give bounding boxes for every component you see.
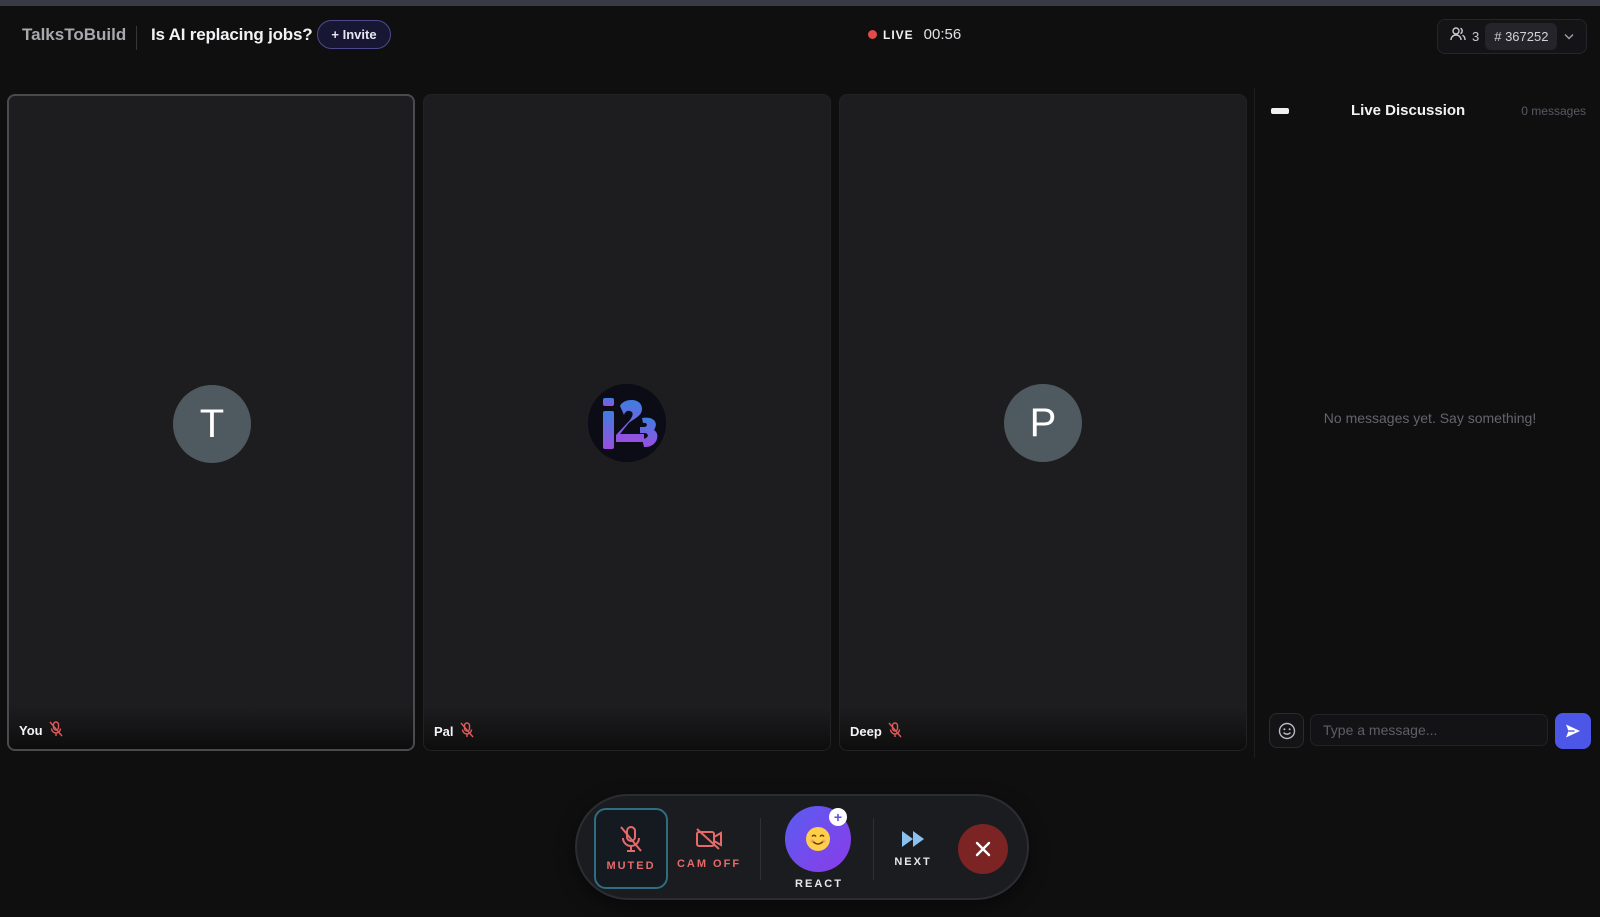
room-info-dropdown[interactable]: 3 # 367252 bbox=[1437, 19, 1587, 54]
chat-title: Live Discussion bbox=[1351, 102, 1466, 119]
react-button[interactable]: + REACT bbox=[777, 806, 863, 896]
emoji-icon bbox=[1278, 722, 1295, 739]
live-label: LIVE bbox=[883, 27, 914, 42]
live-dot-icon bbox=[868, 30, 877, 39]
call-control-bar: MUTED CAM OFF + REACT NEXT bbox=[575, 794, 1029, 900]
users-icon bbox=[1450, 27, 1466, 46]
header-divider bbox=[136, 26, 137, 50]
video-tile-deep[interactable]: P Deep bbox=[839, 94, 1247, 751]
profile-logo-icon bbox=[588, 384, 666, 462]
plus-icon: + bbox=[829, 808, 847, 826]
minimize-chat-button[interactable] bbox=[1271, 108, 1289, 114]
live-indicator: LIVE 00:56 bbox=[868, 26, 961, 43]
emoji-picker-button[interactable] bbox=[1269, 713, 1304, 748]
avatar bbox=[588, 384, 666, 462]
fast-forward-icon bbox=[902, 831, 924, 847]
tile-footer: You bbox=[9, 705, 413, 749]
tile-footer: Deep bbox=[840, 706, 1246, 750]
video-tile-pal[interactable]: Pal bbox=[423, 94, 831, 751]
message-count: 0 messages bbox=[1521, 104, 1586, 118]
mic-off-icon bbox=[459, 722, 474, 741]
next-button[interactable]: NEXT bbox=[880, 808, 946, 889]
camera-toggle-button[interactable]: CAM OFF bbox=[676, 808, 742, 889]
mute-label: MUTED bbox=[606, 860, 656, 872]
call-timer: 00:56 bbox=[923, 26, 962, 43]
control-separator bbox=[873, 818, 874, 880]
participant-name: Deep bbox=[850, 724, 882, 739]
tile-footer: Pal bbox=[424, 706, 830, 750]
mute-toggle-button[interactable]: MUTED bbox=[594, 808, 668, 889]
chat-divider bbox=[1254, 88, 1255, 758]
room-id-badge[interactable]: # 367252 bbox=[1485, 23, 1558, 50]
next-label: NEXT bbox=[894, 856, 932, 868]
send-button[interactable] bbox=[1555, 713, 1591, 749]
room-topic: Is AI replacing jobs? bbox=[151, 25, 313, 44]
video-off-icon bbox=[696, 828, 722, 850]
invite-button[interactable]: + Invite bbox=[317, 20, 391, 49]
participant-label: You bbox=[19, 721, 63, 740]
avatar: T bbox=[173, 385, 251, 463]
mic-off-icon bbox=[49, 721, 63, 740]
control-separator bbox=[760, 818, 761, 880]
participant-label: Pal bbox=[434, 722, 474, 741]
avatar: P bbox=[1004, 384, 1082, 462]
participants-counter[interactable]: 3 bbox=[1444, 20, 1485, 53]
react-label: REACT bbox=[795, 878, 843, 890]
participant-name: Pal bbox=[434, 724, 454, 739]
camera-label: CAM OFF bbox=[676, 858, 742, 870]
mic-off-icon bbox=[888, 722, 902, 741]
participant-name: You bbox=[19, 723, 43, 738]
close-icon bbox=[975, 841, 991, 857]
top-header: TalksToBuild Is AI replacing jobs? + Inv… bbox=[0, 6, 1600, 64]
end-call-button[interactable] bbox=[958, 824, 1008, 874]
message-input[interactable] bbox=[1310, 714, 1548, 746]
brand-logo-text[interactable]: TalksToBuild bbox=[22, 25, 126, 45]
chevron-down-icon[interactable] bbox=[1564, 33, 1574, 40]
video-tile-you[interactable]: T You bbox=[7, 94, 415, 751]
smiley-face-icon bbox=[806, 827, 830, 851]
mic-off-icon bbox=[620, 826, 642, 852]
chat-empty-state: No messages yet. Say something! bbox=[1323, 410, 1537, 426]
send-icon bbox=[1566, 724, 1580, 738]
participant-count: 3 bbox=[1472, 29, 1480, 44]
participant-label: Deep bbox=[850, 722, 902, 741]
